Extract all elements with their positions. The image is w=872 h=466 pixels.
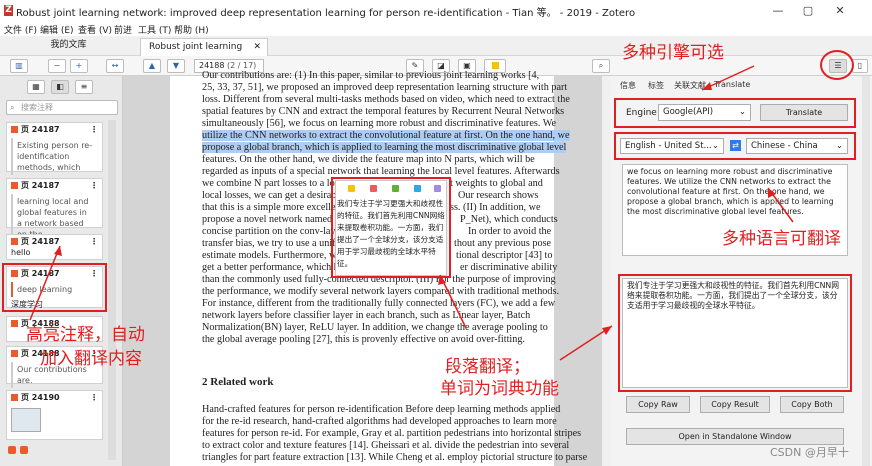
arrow-highlight: [29, 245, 61, 321]
watermark: CSDN @月早十: [770, 446, 849, 459]
annotation-arrows: [29, 65, 794, 361]
arrowhead: [602, 326, 612, 335]
arrowhead: [702, 82, 712, 90]
arrowhead: [54, 246, 62, 256]
